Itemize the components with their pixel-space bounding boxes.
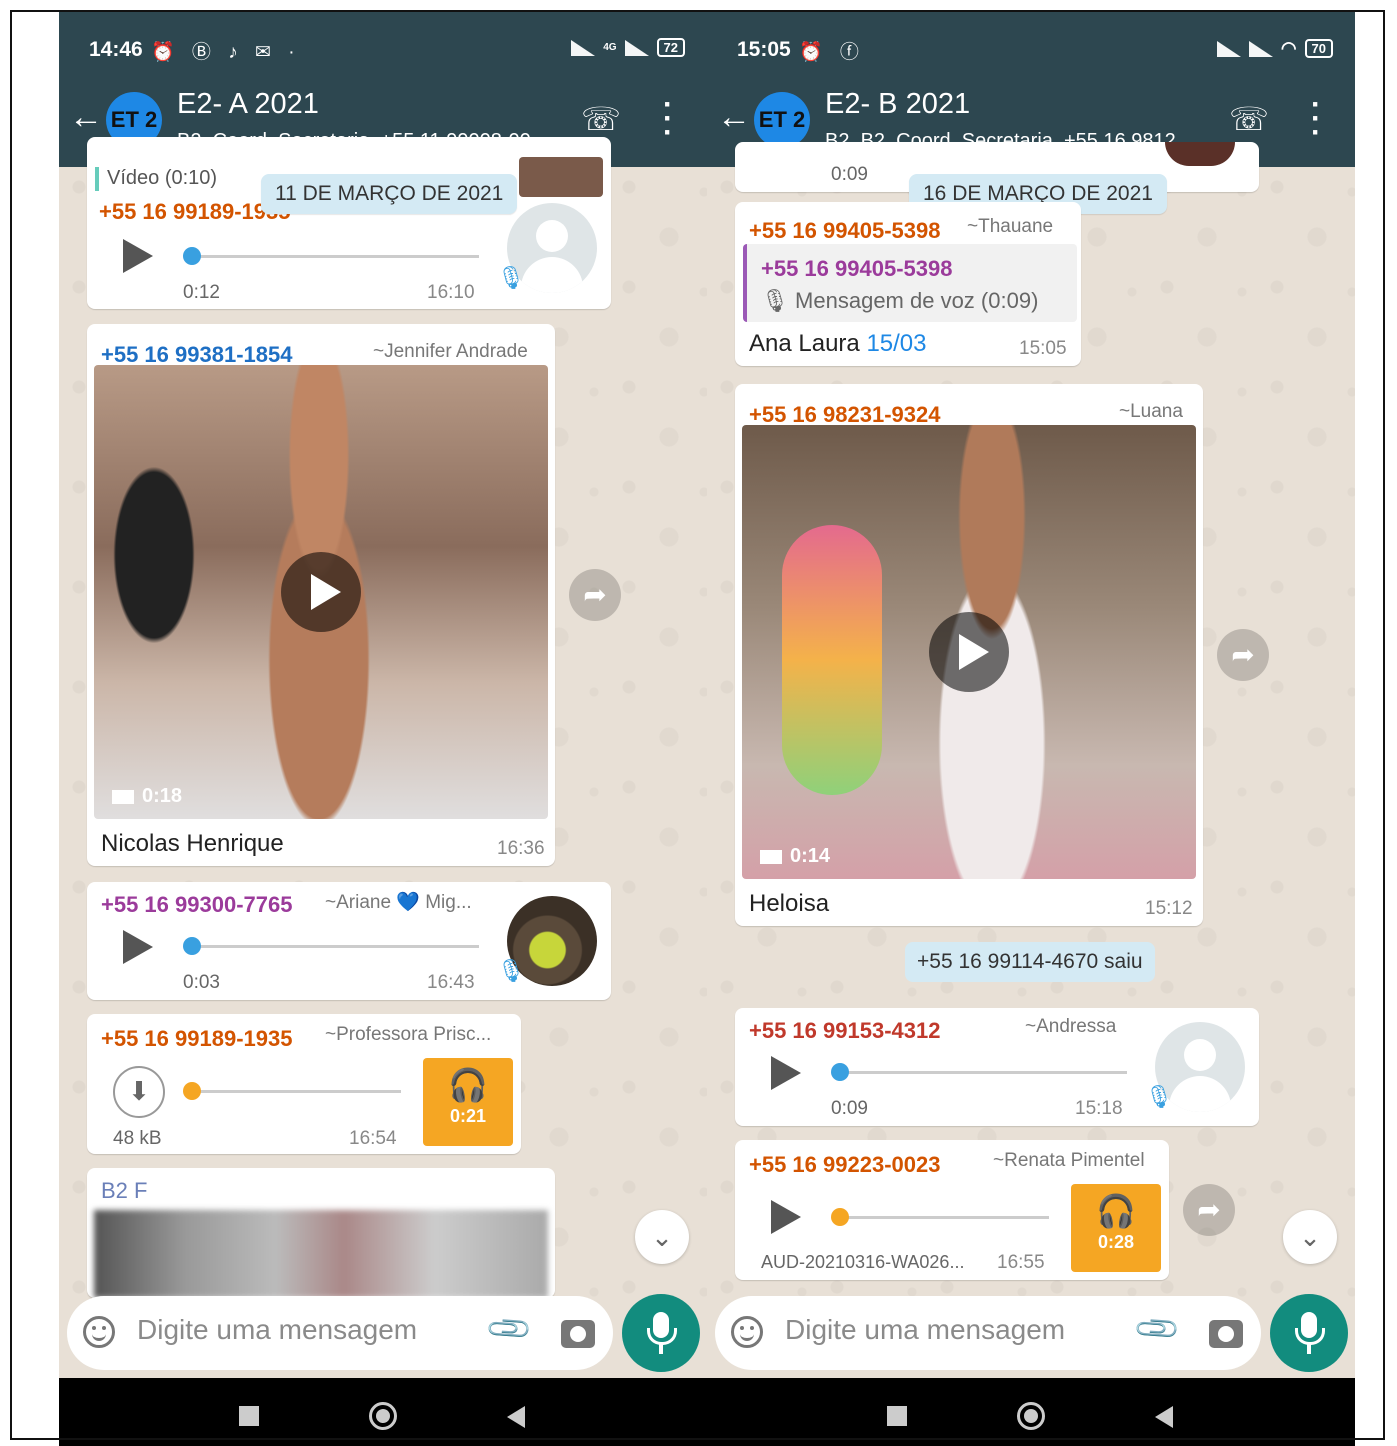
screenshot-frame bbox=[10, 10, 1385, 1440]
